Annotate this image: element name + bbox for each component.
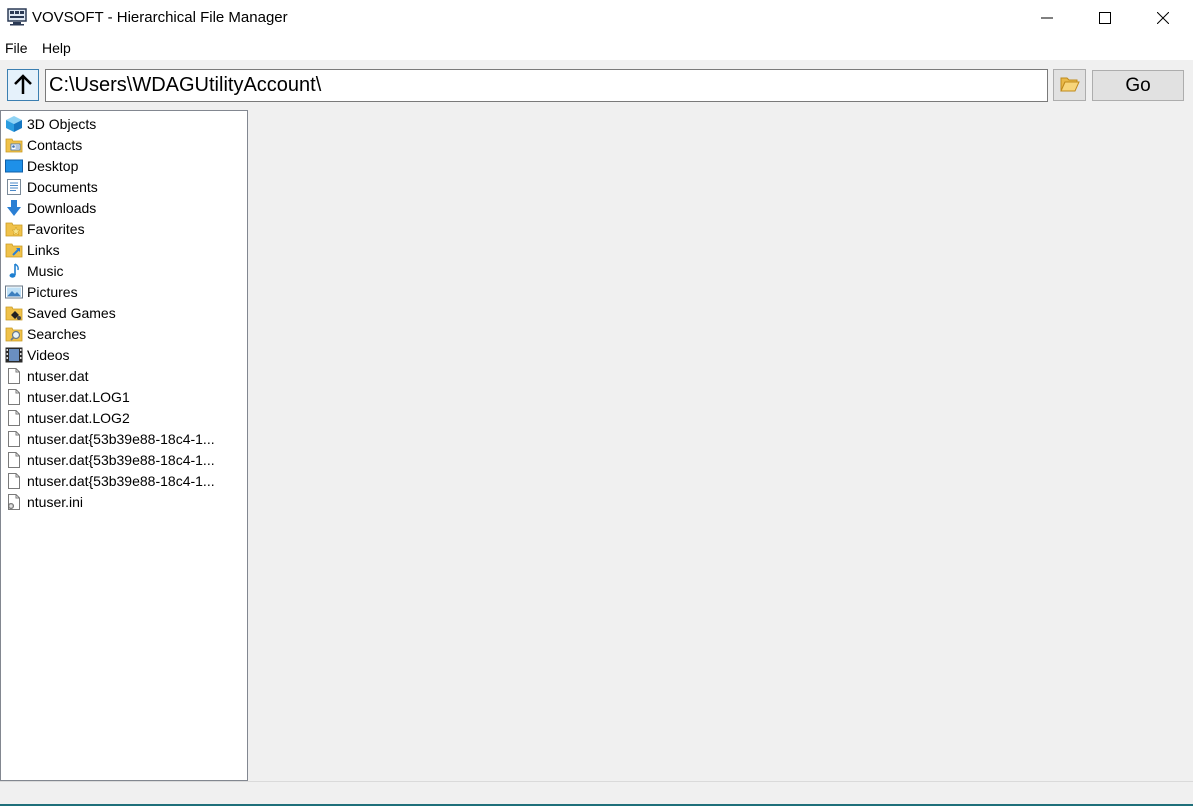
3d-objects-icon: [5, 115, 23, 133]
window-title: VOVSOFT - Hierarchical File Manager: [32, 9, 288, 26]
tree-item-ntuser-dat[interactable]: ntuser.dat: [5, 365, 215, 386]
tree-item-label: Downloads: [27, 199, 97, 216]
tree-list: 3D Objects Contacts Desktop Documents Do…: [5, 113, 215, 512]
tree-item-ntuser-guid-2[interactable]: ntuser.dat{53b39e88-18c4-1...: [5, 449, 215, 470]
favorites-icon: [5, 220, 23, 238]
file-icon: [5, 430, 23, 448]
tree-item-ntuser-guid-3[interactable]: ntuser.dat{53b39e88-18c4-1...: [5, 470, 215, 491]
tree-item-label: ntuser.dat{53b39e88-18c4-1...: [27, 430, 215, 447]
tree-item-label: Pictures: [27, 283, 78, 300]
tree-item-links[interactable]: Links: [5, 239, 215, 260]
music-icon: [5, 262, 23, 280]
folder-open-icon: [1059, 76, 1080, 95]
tree-item-label: Contacts: [27, 136, 83, 153]
tree-item-documents[interactable]: Documents: [5, 176, 215, 197]
folder-tree[interactable]: 3D Objects Contacts Desktop Documents Do…: [0, 110, 248, 781]
menu-help[interactable]: Help: [42, 40, 71, 56]
tree-item-videos[interactable]: Videos: [5, 344, 215, 365]
tree-item-music[interactable]: Music: [5, 260, 215, 281]
tree-item-label: Links: [27, 241, 60, 258]
tree-item-label: 3D Objects: [27, 115, 97, 132]
settings-file-icon: [5, 493, 23, 511]
up-folder-button[interactable]: [7, 69, 39, 101]
tree-item-label: Documents: [27, 178, 98, 195]
links-icon: [5, 241, 23, 259]
menu-file[interactable]: File: [5, 40, 28, 56]
saved-games-icon: [5, 304, 23, 322]
file-icon: [5, 472, 23, 490]
tree-item-label: Videos: [27, 346, 70, 363]
maximize-icon: [1099, 12, 1111, 24]
tree-item-3d-objects[interactable]: 3D Objects: [5, 113, 215, 134]
tree-item-label: ntuser.dat: [27, 367, 89, 384]
tree-item-favorites[interactable]: Favorites: [5, 218, 215, 239]
tree-item-downloads[interactable]: Downloads: [5, 197, 215, 218]
tree-item-label: ntuser.dat{53b39e88-18c4-1...: [27, 472, 215, 489]
tree-item-ntuser-log2[interactable]: ntuser.dat.LOG2: [5, 407, 215, 428]
file-icon: [5, 451, 23, 469]
searches-icon: [5, 325, 23, 343]
tree-item-label: Searches: [27, 325, 87, 342]
file-icon: [5, 388, 23, 406]
contacts-icon: [5, 136, 23, 154]
tree-item-saved-games[interactable]: Saved Games: [5, 302, 215, 323]
arrow-up-icon: [13, 73, 33, 98]
close-button[interactable]: [1134, 0, 1192, 36]
file-icon: [5, 367, 23, 385]
tree-item-label: Favorites: [27, 220, 85, 237]
tree-item-ntuser-log1[interactable]: ntuser.dat.LOG1: [5, 386, 215, 407]
pictures-icon: [5, 283, 23, 301]
tree-item-pictures[interactable]: Pictures: [5, 281, 215, 302]
tree-item-label: ntuser.dat{53b39e88-18c4-1...: [27, 451, 215, 468]
tree-item-label: ntuser.dat.LOG1: [27, 388, 130, 405]
status-bar: [0, 781, 1193, 806]
title-bar: VOVSOFT - Hierarchical File Manager: [0, 0, 1193, 36]
minimize-button[interactable]: [1018, 0, 1076, 36]
app-icon: [7, 8, 27, 26]
tree-item-searches[interactable]: Searches: [5, 323, 215, 344]
tree-item-desktop[interactable]: Desktop: [5, 155, 215, 176]
videos-icon: [5, 346, 23, 364]
tree-item-label: Saved Games: [27, 304, 116, 321]
tree-item-label: ntuser.dat.LOG2: [27, 409, 130, 426]
downloads-icon: [5, 199, 23, 217]
tree-item-contacts[interactable]: Contacts: [5, 134, 215, 155]
menu-bar: File Help: [0, 36, 1193, 60]
maximize-button[interactable]: [1076, 0, 1134, 36]
tree-item-label: ntuser.ini: [27, 493, 84, 510]
minimize-icon: [1041, 12, 1053, 24]
browse-folder-button[interactable]: [1053, 69, 1086, 101]
close-icon: [1157, 12, 1169, 24]
desktop-icon: [5, 157, 23, 175]
documents-icon: [5, 178, 23, 196]
go-button[interactable]: Go: [1092, 70, 1184, 101]
path-input[interactable]: [45, 69, 1048, 102]
tree-item-label: Desktop: [27, 157, 79, 174]
tree-item-ntuser-ini[interactable]: ntuser.ini: [5, 491, 215, 512]
file-icon: [5, 409, 23, 427]
tree-item-ntuser-guid-1[interactable]: ntuser.dat{53b39e88-18c4-1...: [5, 428, 215, 449]
tree-item-label: Music: [27, 262, 64, 279]
